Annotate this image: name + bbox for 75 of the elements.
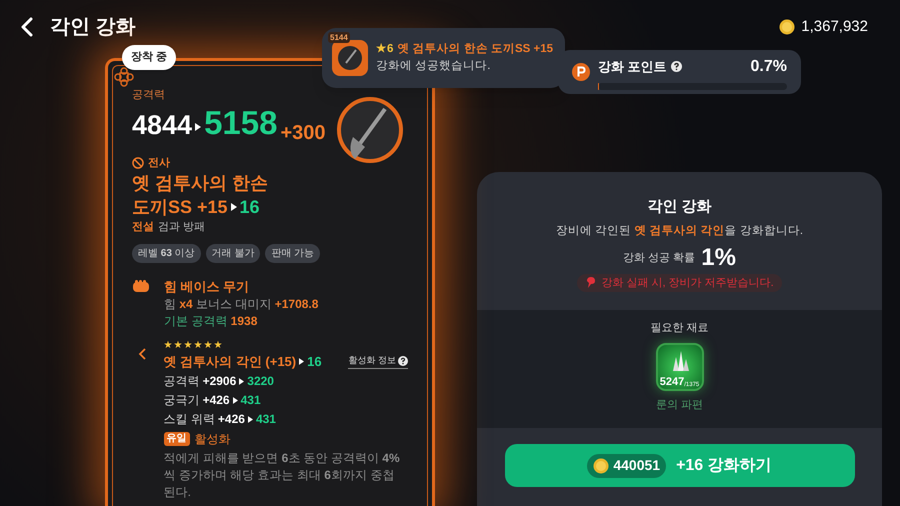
effect-description: 적에게 피해를 받으면 6초 동안 공격력이 4%씩 증가하며 해당 효과는 최대 6회까지 중첩된다. [164, 450, 401, 500]
button-label: +16 강화하기 [676, 456, 772, 476]
class-icon [132, 156, 144, 169]
stat-name: 공격력 [164, 372, 200, 390]
stat-bonus: +300 [280, 122, 326, 142]
points-value: 0.7% [750, 56, 787, 76]
item-grade: ★6 [376, 42, 394, 57]
material-count: 5247 [660, 376, 684, 388]
equipped-badge: 장착 중 [122, 45, 176, 70]
stat-current: 4844 [132, 112, 192, 138]
warning-text: 강화 실패 시, 장비가 저주받습니다. [601, 276, 774, 290]
help-icon [398, 356, 408, 366]
stat-value-new: 3220 [247, 372, 274, 390]
toast-message: 강화에 성공했습니다. [376, 59, 492, 74]
coin-balance: 1,367,932 [801, 16, 868, 37]
section-title: 힘 베이스 무기 [164, 278, 250, 296]
triangle-icon [299, 358, 304, 365]
star-icon: ★ [204, 340, 213, 352]
points-icon [572, 63, 590, 81]
coin-icon [593, 458, 610, 474]
unique-badge: 유일 [164, 432, 190, 446]
stat-line: 힘 x4 보너스 대미지 +1708.8 [164, 296, 318, 312]
activation-info-link[interactable]: 활성화 정보 [348, 354, 408, 369]
stat-line: 기본 공격력 1938 [164, 312, 258, 330]
tag: 레벨 63 이상 [132, 244, 201, 262]
materials-title: 필요한 재료 [650, 321, 709, 336]
item-count-badge: 5144 [328, 32, 350, 43]
stat-value-new: 431 [256, 410, 276, 428]
stat-value-new: 431 [240, 392, 261, 408]
cost-value: 440051 [613, 456, 660, 475]
triangle-icon [248, 416, 253, 422]
knot-ornament-icon [114, 67, 134, 87]
triangle-icon [232, 396, 238, 404]
material-name: 룬의 파편 [656, 398, 704, 412]
success-rate-label: 강화 성공 확률 [623, 250, 696, 266]
triangle-icon [195, 122, 202, 130]
star-icon: ★ [184, 340, 193, 352]
item-name: 도끼SS +15 [132, 196, 228, 219]
points-label: 강화 포인트 [598, 58, 667, 76]
axe-item-icon [337, 45, 363, 71]
enhance-button[interactable]: 440051 +16 강화하기 [504, 444, 854, 487]
tag: 판매 가능 [265, 244, 320, 262]
panel-description: 장비에 각인된 옛 검투사의 각인을 강화합니다. [556, 224, 804, 238]
axe-item-icon [335, 95, 405, 165]
stat-name: 스킬 위력 [164, 410, 215, 428]
coin-icon [779, 19, 796, 35]
star-icon: ★ [164, 340, 173, 352]
item-name: 옛 검투사의 한손 [132, 172, 270, 195]
stat-value: +2906 [202, 372, 236, 390]
star-icon: ★ [174, 340, 183, 352]
triangle-icon [230, 203, 237, 211]
tag: 거래 불가 [206, 244, 260, 262]
chevron-left-icon [138, 348, 146, 360]
engraving-name: 옛 검투사의 각인 (+15) [164, 352, 296, 371]
star-icon: ★ [214, 340, 223, 352]
stat-value: +426 [218, 410, 245, 428]
back-icon [20, 17, 34, 37]
star-icon: ★ [194, 340, 203, 352]
item-level-new: 16 [240, 196, 260, 219]
class-name: 전사 [148, 156, 170, 170]
engraving-level-new: 16 [307, 352, 322, 371]
stat-name: 궁극기 [164, 392, 200, 408]
effect-title: 활성화 [194, 430, 231, 448]
stat-label: 공격력 [132, 88, 166, 103]
stat-value: +426 [202, 392, 230, 408]
triangle-icon [239, 378, 244, 384]
item-name: 옛 검투사의 한손 도끼SS +15 [397, 42, 554, 57]
help-icon [670, 61, 682, 72]
panel-title: 각인 강화 [647, 197, 712, 217]
page-title: 각인 강화 [50, 15, 136, 40]
success-rate-value: 1% [701, 246, 736, 270]
stat-new: 5158 [204, 106, 278, 138]
item-type: 검과 방패 [158, 220, 206, 235]
fist-icon [132, 278, 150, 292]
item-grade: 전설 [132, 220, 154, 235]
